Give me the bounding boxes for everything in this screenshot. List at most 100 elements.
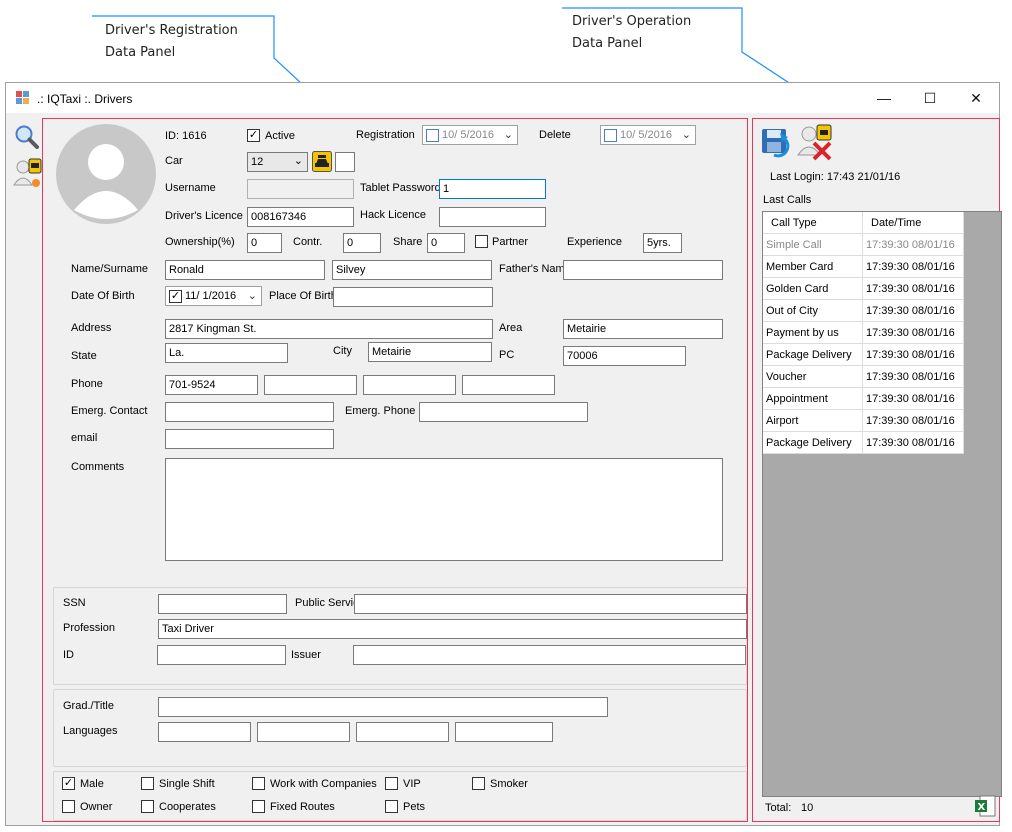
dob-checkbox[interactable]: ✓	[169, 290, 182, 303]
table-row[interactable]: Voucher 17:39:30 08/01/16	[763, 366, 964, 388]
delete-date-value: 10/ 5/2016	[620, 129, 672, 141]
cooperates-checkbox[interactable]	[141, 800, 154, 813]
dob-date-picker[interactable]: ✓ 11/ 1/2016 ⌄	[165, 286, 262, 306]
delete-label: Delete	[539, 129, 571, 141]
active-checkbox[interactable]: ✓	[247, 129, 260, 142]
partner-label: Partner	[492, 236, 529, 248]
id-number-field[interactable]	[157, 645, 286, 665]
tablet-password-field[interactable]: 1	[439, 179, 546, 199]
taxi-icon[interactable]	[312, 151, 332, 172]
share-field[interactable]: 0	[427, 233, 465, 253]
phone-field-1[interactable]: 701-9524	[165, 375, 258, 395]
ssn-field[interactable]	[158, 594, 287, 614]
table-row[interactable]: Appointment 17:39:30 08/01/16	[763, 388, 964, 410]
profession-field[interactable]: Taxi Driver	[158, 619, 747, 639]
table-row[interactable]: Package Delivery 17:39:30 08/01/16	[763, 344, 964, 366]
table-row[interactable]: Airport 17:39:30 08/01/16	[763, 410, 964, 432]
area-field[interactable]: Metairie	[563, 319, 723, 339]
call-type-cell: Airport	[763, 410, 863, 432]
pets-checkbox[interactable]	[385, 800, 398, 813]
issuer-label: Issuer	[291, 649, 321, 661]
date-time-cell: 17:39:30 08/01/16	[863, 256, 964, 278]
single-shift-checkbox[interactable]	[141, 777, 154, 790]
vip-checkbox[interactable]	[385, 777, 398, 790]
date-time-cell: 17:39:30 08/01/16	[863, 234, 964, 256]
comments-textarea[interactable]	[165, 458, 723, 561]
surname-field[interactable]: Silvey	[332, 260, 492, 280]
phone-label: Phone	[71, 378, 103, 390]
name-field[interactable]: Ronald	[165, 260, 325, 280]
id-label: ID: 1616	[165, 130, 207, 142]
excel-export-icon[interactable]: X	[974, 795, 996, 817]
username-field[interactable]	[247, 179, 354, 199]
phone-field-3[interactable]	[363, 375, 456, 395]
smoker-label: Smoker	[490, 778, 528, 790]
table-row[interactable]: Out of City 17:39:30 08/01/16	[763, 300, 964, 322]
call-type-cell: Out of City	[763, 300, 863, 322]
fixed-routes-checkbox[interactable]	[252, 800, 265, 813]
drivers-licence-label: Driver's Licence	[165, 210, 243, 222]
hack-licence-field[interactable]	[439, 207, 546, 227]
table-row[interactable]: Member Card 17:39:30 08/01/16	[763, 256, 964, 278]
save-refresh-icon[interactable]	[760, 125, 794, 159]
language-field-2[interactable]	[257, 722, 350, 742]
registration-panel: ID: 1616 ✓ Active Registration 10/ 5/201…	[42, 118, 748, 822]
state-field[interactable]: La.	[165, 343, 288, 363]
phone-field-4[interactable]	[462, 375, 555, 395]
fathers-name-label: Father's Nam	[499, 263, 565, 275]
driver-taxi-icon[interactable]	[12, 157, 42, 189]
call-type-cell: Member Card	[763, 256, 863, 278]
area-label: Area	[499, 322, 523, 334]
app-icon	[16, 91, 29, 104]
address-field[interactable]: 2817 Kingman St.	[165, 319, 493, 339]
last-calls-label: Last Calls	[763, 194, 812, 206]
place-of-birth-field[interactable]	[333, 287, 493, 307]
search-icon[interactable]	[13, 123, 39, 149]
city-field[interactable]: Metairie	[368, 342, 492, 362]
table-row[interactable]: Package Delivery 17:39:30 08/01/16	[763, 432, 964, 454]
maximize-button[interactable]: ☐	[907, 83, 953, 113]
email-field[interactable]	[165, 429, 334, 449]
smoker-checkbox[interactable]	[472, 777, 485, 790]
language-field-4[interactable]	[455, 722, 553, 742]
emerg-contact-field[interactable]	[165, 402, 334, 422]
partner-checkbox[interactable]	[475, 235, 488, 248]
pc-field[interactable]: 70006	[563, 346, 686, 366]
public-service-field[interactable]	[354, 594, 747, 614]
public-service-label: Public Servic	[295, 597, 359, 609]
phone-field-2[interactable]	[264, 375, 357, 395]
remove-driver-icon[interactable]	[797, 123, 835, 161]
experience-field[interactable]: 5yrs.	[643, 233, 682, 253]
delete-date-checkbox[interactable]	[604, 129, 617, 142]
table-row[interactable]: Payment by us 17:39:30 08/01/16	[763, 322, 964, 344]
table-row[interactable]: Simple Call 17:39:30 08/01/16	[763, 234, 964, 256]
minimize-button[interactable]: —	[861, 83, 907, 113]
col-date-time-header[interactable]: Date/Time	[863, 212, 964, 234]
dob-label: Date Of Birth	[71, 290, 135, 302]
contr-field[interactable]: 0	[343, 233, 381, 253]
owner-checkbox[interactable]	[62, 800, 75, 813]
delete-date-picker[interactable]: 10/ 5/2016 ⌄	[600, 125, 696, 145]
address-label: Address	[71, 322, 112, 334]
comments-label: Comments	[71, 461, 125, 473]
table-row[interactable]: Golden Card 17:39:30 08/01/16	[763, 278, 964, 300]
registration-date-picker[interactable]: 10/ 5/2016 ⌄	[422, 125, 518, 145]
ownership-field[interactable]: 0	[247, 233, 282, 253]
call-type-cell: Package Delivery	[763, 432, 863, 454]
date-time-cell: 17:39:30 08/01/16	[863, 278, 964, 300]
close-button[interactable]: ✕	[953, 83, 999, 113]
cooperates-label: Cooperates	[159, 801, 216, 813]
emerg-phone-field[interactable]	[419, 402, 588, 422]
language-field-1[interactable]	[158, 722, 251, 742]
car-select[interactable]: 12 ⌄	[247, 152, 308, 172]
registration-date-checkbox[interactable]	[426, 129, 439, 142]
car-extra-field[interactable]	[335, 152, 355, 172]
grad-title-field[interactable]	[158, 697, 608, 717]
col-call-type-header[interactable]: Call Type	[763, 212, 863, 234]
drivers-licence-field[interactable]: 008167346	[247, 207, 354, 227]
male-checkbox[interactable]: ✓	[62, 777, 75, 790]
fathers-name-field[interactable]	[563, 260, 723, 280]
issuer-field[interactable]	[353, 645, 746, 665]
language-field-3[interactable]	[356, 722, 449, 742]
work-with-companies-checkbox[interactable]	[252, 777, 265, 790]
